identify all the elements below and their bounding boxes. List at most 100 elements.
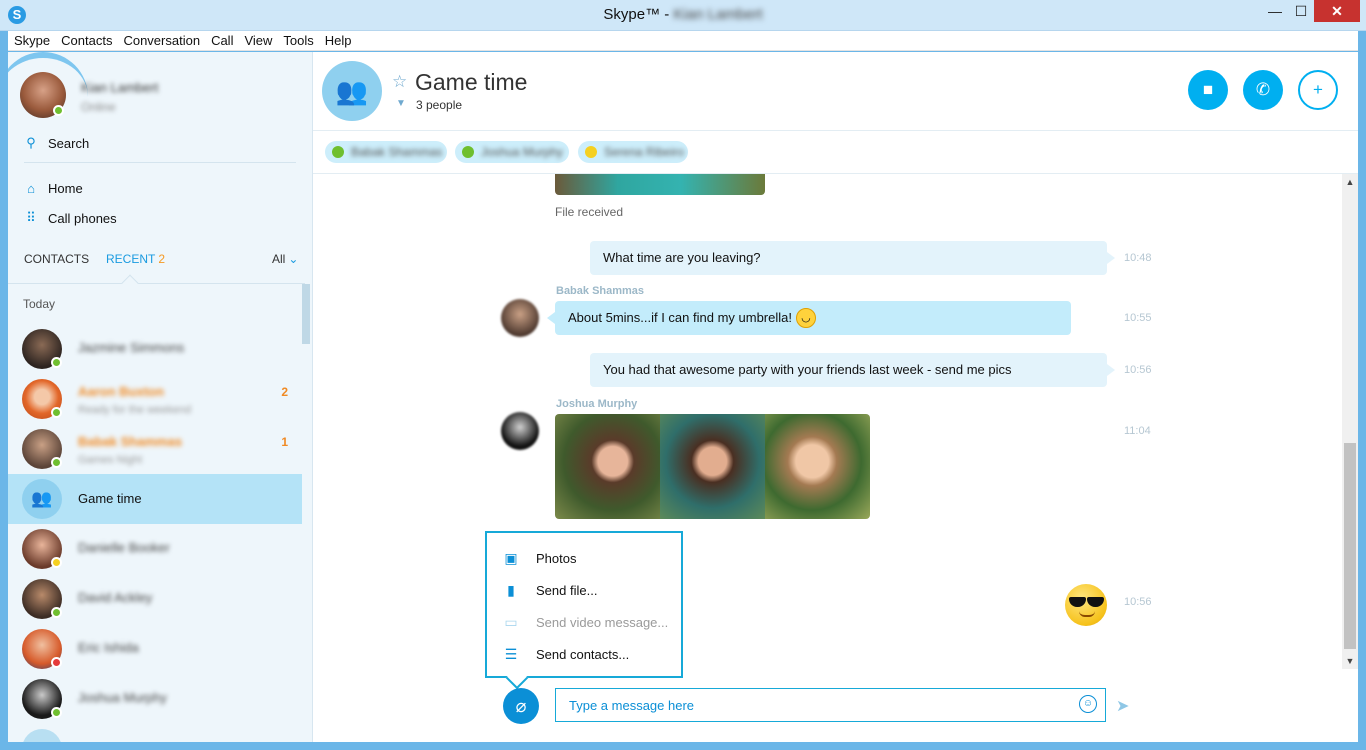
contact-row[interactable]: Jazmine Simmons — [8, 324, 302, 374]
chevron-down-icon: ⌄ — [288, 252, 299, 266]
video-camera-icon: ■ — [1202, 80, 1214, 99]
presence-icon — [51, 357, 62, 368]
tab-contacts[interactable]: CONTACTS — [24, 252, 89, 266]
group-icon: 👥 — [22, 479, 62, 519]
message-scrollbar[interactable]: ▲ ▼ — [1342, 174, 1358, 669]
lens — [1069, 597, 1086, 607]
contact-mood: Games Night — [78, 454, 143, 466]
attachment-menu: ▣ Photos ▮ Send file... ▭ Send video mes… — [485, 531, 683, 678]
emoticon-icon[interactable]: ☺ — [1079, 695, 1097, 713]
contact-name: Aaron Buxton — [78, 384, 164, 399]
sidebar-item-call-phones[interactable]: ⠿ Call phones — [24, 208, 117, 228]
tab-recent[interactable]: RECENT 2 — [106, 252, 165, 266]
attach-button[interactable]: ⌀ — [503, 688, 539, 724]
menu-view[interactable]: View — [238, 31, 277, 50]
call-phones-label: Call phones — [48, 210, 117, 226]
message-sender: Babak Shammas — [556, 285, 645, 297]
scroll-up-icon[interactable]: ▲ — [1342, 174, 1358, 190]
my-status[interactable]: Online — [81, 100, 116, 114]
participants-bar: Babak Shammas Joshua Murphy Serena Ribei… — [313, 132, 1358, 174]
conversation-title: Game time — [415, 69, 528, 95]
contact-list-scrollbar[interactable] — [302, 284, 310, 344]
search-link[interactable]: ⚲ Search — [24, 133, 89, 153]
menu-item-send-file[interactable]: ▮ Send file... — [501, 580, 597, 600]
sidebar-item-home[interactable]: ⌂ Home — [24, 178, 83, 198]
favorite-star-icon[interactable]: ☆ — [392, 72, 407, 92]
participant-name: Joshua Murphy — [481, 145, 564, 159]
contact-row[interactable]: Babak Shammas Games Night 1 — [8, 424, 302, 474]
filter-dropdown[interactable]: All ⌄ — [272, 252, 298, 266]
my-presence-icon — [53, 105, 64, 116]
phone-icon: ✆ — [1255, 80, 1271, 99]
menu-help[interactable]: Help — [319, 31, 357, 50]
contact-row[interactable]: Joshua Murphy — [8, 674, 302, 724]
presence-icon — [332, 146, 344, 158]
chevron-down-icon[interactable]: ▼ — [396, 98, 406, 109]
message-input[interactable] — [555, 688, 1106, 722]
message-bubble-incoming[interactable]: About 5mins...if I can find my umbrella!… — [547, 301, 1071, 335]
file-received-label: File received — [555, 205, 624, 219]
conversation-pane: 👥 ☆ Game time ▼ 3 people ■ ✆ + Babak Sha… — [313, 52, 1358, 742]
contact-name: Eric Ishida — [78, 640, 139, 655]
presence-icon — [51, 657, 62, 668]
shared-photos[interactable] — [555, 414, 870, 519]
voice-call-button[interactable]: ✆ — [1243, 70, 1283, 110]
menu-item-send-video[interactable]: ▭ Send video message... — [501, 612, 668, 632]
sidebar: Kian Lambert Online ⚲ Search ⌂ Home ⠿ Ca… — [8, 52, 313, 742]
photo-icon: ▣ — [504, 549, 518, 566]
avatar[interactable] — [501, 299, 539, 337]
tab-indicator — [121, 274, 139, 292]
video-call-button[interactable]: ■ — [1188, 70, 1228, 110]
photo[interactable] — [765, 414, 870, 519]
contact-row[interactable]: Danielle Booker — [8, 524, 302, 574]
presence-icon — [51, 457, 62, 468]
message-bubble-outgoing[interactable]: What time are you leaving? — [590, 241, 1115, 275]
maximize-button[interactable]: ☐ — [1288, 0, 1314, 22]
video-message-icon: ▭ — [504, 613, 518, 630]
message-time: 10:55 — [1124, 312, 1152, 324]
contact-row[interactable]: Aaron Buxton Ready for the weekend 2 — [8, 374, 302, 424]
window-title-user: Kian Lambert — [673, 6, 763, 23]
contact-name: Jazmine Simmons — [78, 340, 185, 355]
avatar[interactable] — [501, 412, 539, 450]
contact-row-selected[interactable]: 👥 Game time — [8, 474, 302, 524]
contact-row[interactable] — [8, 724, 302, 742]
my-name[interactable]: Kian Lambert — [81, 80, 158, 95]
participant-pill[interactable]: Serena Ribeiro — [578, 141, 688, 163]
menu-skype[interactable]: Skype — [8, 31, 55, 50]
unread-count-badge: 1 — [281, 435, 288, 449]
menu-tools[interactable]: Tools — [277, 31, 318, 50]
message-time: 10:56 — [1124, 364, 1152, 376]
message-sender: Joshua Murphy — [556, 398, 638, 410]
contact-row[interactable]: Eric Ishida — [8, 624, 302, 674]
contact-mood: Ready for the weekend — [78, 404, 192, 416]
people-count[interactable]: 3 people — [416, 98, 462, 112]
participant-pill[interactable]: Joshua Murphy — [455, 141, 569, 163]
menu-item-photos[interactable]: ▣ Photos — [501, 548, 576, 568]
participant-name: Serena Ribeiro — [604, 145, 685, 159]
scroll-down-icon[interactable]: ▼ — [1342, 653, 1358, 669]
send-icon[interactable]: ➤ — [1116, 696, 1129, 716]
menu-item-send-contacts[interactable]: ☰ Send contacts... — [501, 644, 630, 664]
menu-conversation[interactable]: Conversation — [117, 31, 205, 50]
received-image-thumbnail[interactable] — [555, 174, 765, 195]
message-text: What time are you leaving? — [603, 250, 761, 265]
close-button[interactable]: ✕ — [1314, 0, 1360, 22]
contact-row[interactable]: David Ackley — [8, 574, 302, 624]
add-people-button[interactable]: + — [1298, 70, 1338, 110]
minimize-button[interactable]: — — [1262, 0, 1288, 22]
presence-icon — [51, 557, 62, 568]
search-icon: ⚲ — [26, 135, 36, 150]
message-bubble-outgoing[interactable]: You had that awesome party with your fri… — [590, 353, 1115, 387]
grin-emoji-icon: ◡ — [795, 307, 816, 328]
presence-icon — [585, 146, 597, 158]
menu-contacts[interactable]: Contacts — [55, 31, 117, 50]
message-time: 11:04 — [1124, 425, 1151, 437]
scrollbar-thumb[interactable] — [1344, 443, 1356, 649]
dialpad-icon: ⠿ — [26, 210, 36, 225]
menu-call[interactable]: Call — [205, 31, 238, 50]
photo[interactable] — [660, 414, 765, 519]
photo[interactable] — [555, 414, 660, 519]
participant-pill[interactable]: Babak Shammas — [325, 141, 447, 163]
contact-name: Joshua Murphy — [78, 690, 167, 705]
